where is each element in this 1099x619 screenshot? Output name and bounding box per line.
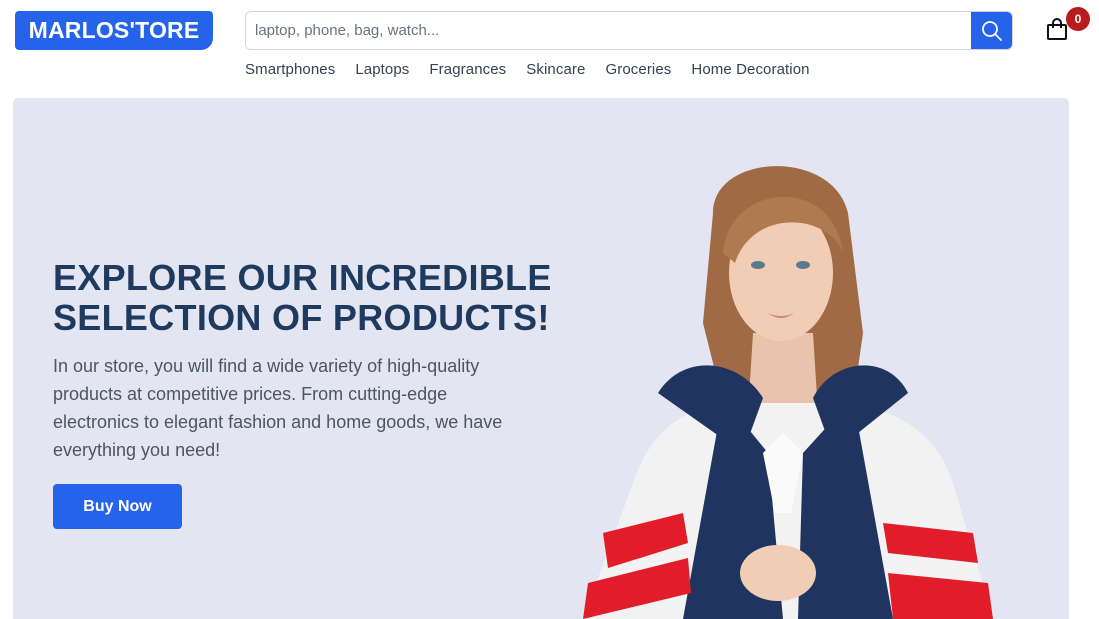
buy-now-button[interactable]: Buy Now [53, 484, 182, 529]
search-bar [245, 11, 1013, 50]
nav-item-laptops[interactable]: Laptops [355, 61, 409, 78]
nav-item-groceries[interactable]: Groceries [605, 61, 671, 78]
category-nav: Smartphones Laptops Fragrances Skincare … [245, 61, 810, 78]
hero-banner: EXPLORE OUR INCREDIBLE SELECTION OF PROD… [13, 98, 1069, 619]
nav-item-skincare[interactable]: Skincare [526, 61, 585, 78]
site-header: MARLOS'TORE 0 Smartphones Laptops Fragra… [0, 0, 1099, 96]
nav-item-home-decoration[interactable]: Home Decoration [691, 61, 809, 78]
search-input[interactable] [246, 12, 971, 49]
search-button[interactable] [971, 12, 1012, 49]
hero-description: In our store, you will find a wide varie… [53, 356, 503, 460]
search-icon [981, 20, 1002, 41]
cart-count-badge: 0 [1066, 7, 1090, 31]
hero-title: EXPLORE OUR INCREDIBLE SELECTION OF PROD… [53, 257, 552, 338]
nav-item-smartphones[interactable]: Smartphones [245, 61, 335, 78]
store-logo[interactable]: MARLOS'TORE [15, 11, 213, 50]
nav-item-fragrances[interactable]: Fragrances [429, 61, 506, 78]
hero-model-image [583, 166, 993, 619]
